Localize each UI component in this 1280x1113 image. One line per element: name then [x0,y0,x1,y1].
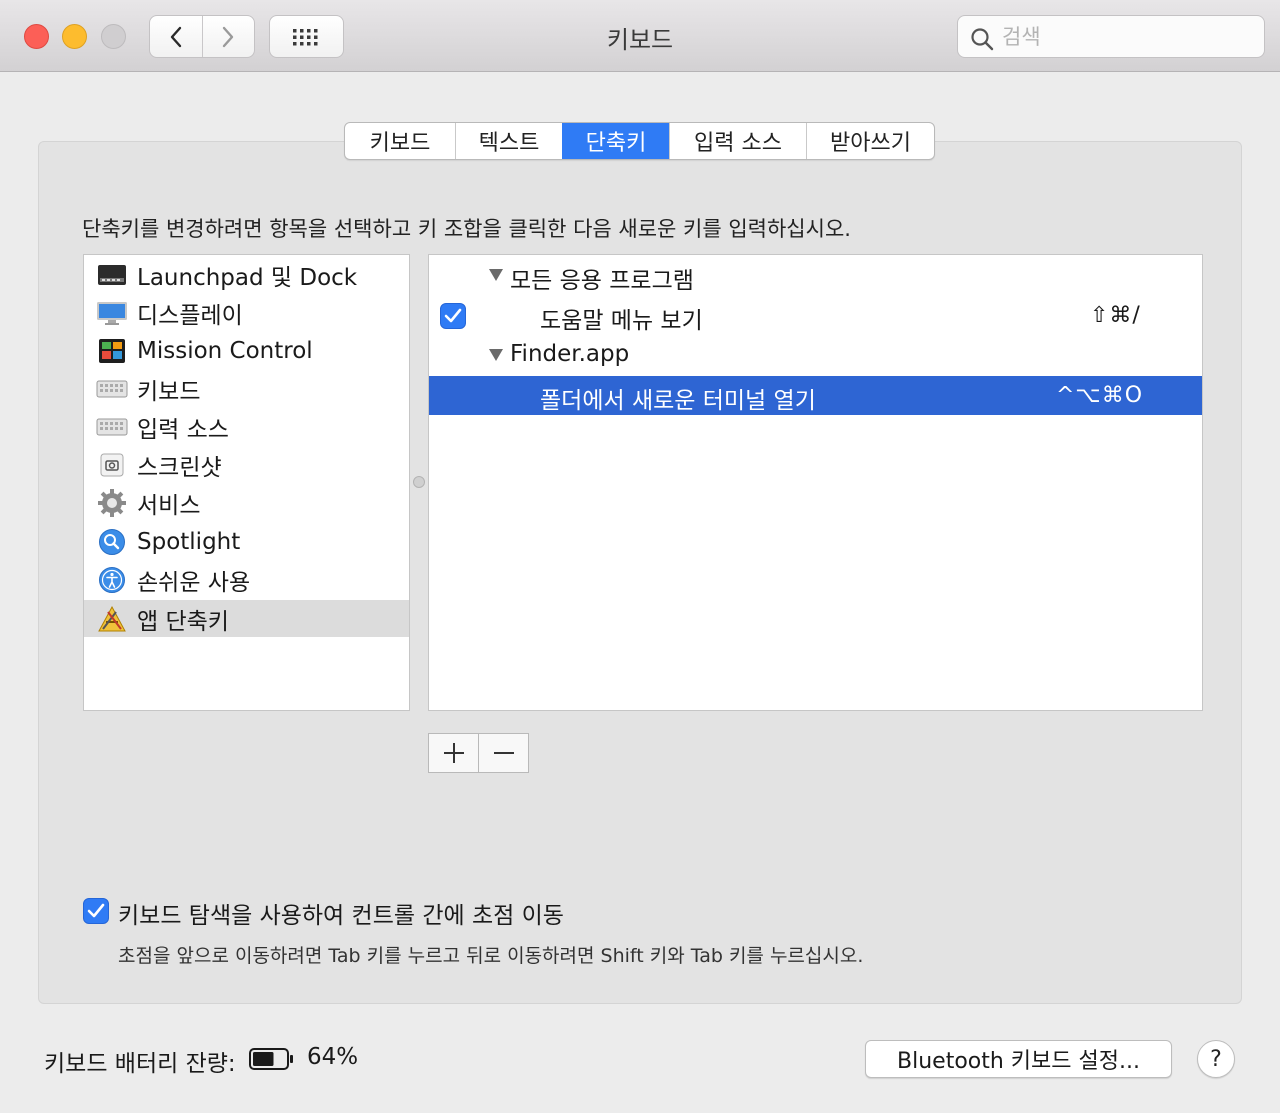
category-item-screenshot[interactable]: 스크린샷 [84,446,409,483]
shortcut-group-finder[interactable]: Finder.app [429,336,1202,375]
category-item-mission-control[interactable]: Mission Control [84,332,409,369]
spotlight-icon [96,526,128,558]
back-button[interactable] [150,16,202,57]
category-label: 스크린샷 [137,454,222,481]
category-label: Spotlight [137,528,241,555]
shortcut-keys[interactable]: ^⌥⌘O [1056,383,1143,408]
tab-keyboard[interactable]: 키보드 [345,123,455,159]
checkmark-icon [87,903,105,918]
zoom-button [101,24,126,49]
search-field[interactable] [957,15,1265,58]
shortcut-group-label: 모든 응용 프로그램 [510,268,694,294]
category-item-accessibility[interactable]: 손쉬운 사용 [84,561,409,598]
launchpad-dock-icon [96,259,128,291]
disclosure-triangle-icon[interactable] [488,348,504,362]
category-item-launchpad-dock[interactable]: Launchpad 및 Dock [84,256,409,293]
category-item-app-shortcuts[interactable]: 앱 단축키 [84,600,409,637]
search-input[interactable] [1002,22,1252,52]
shortcut-row-help-menu[interactable]: 도움말 메뉴 보기 ⇧⌘/ [429,296,1202,335]
category-label: 입력 소스 [137,416,229,443]
mission-control-icon [96,335,128,367]
keyboard-icon [96,373,128,405]
title-bar: 키보드 [0,0,1280,72]
category-label: 디스플레이 [137,302,243,329]
shortcut-group-all-apps[interactable]: 모든 응용 프로그램 [429,256,1202,295]
close-button[interactable] [24,24,49,49]
category-item-spotlight[interactable]: Spotlight [84,523,409,560]
remove-button[interactable] [478,734,528,772]
chevron-left-icon [170,26,181,47]
category-label: 앱 단축키 [137,608,229,635]
shortcut-label: 폴더에서 새로운 터미널 열기 [540,388,816,414]
shortcut-list[interactable]: 모든 응용 프로그램 도움말 메뉴 보기 ⇧⌘/ Finder.app 폴더에서… [428,254,1203,711]
category-label: Mission Control [137,337,313,364]
back-forward-group [149,15,255,58]
window-title: 키보드 [606,26,674,54]
category-item-display[interactable]: 디스플레이 [84,294,409,331]
tab-input-sources[interactable]: 입력 소스 [669,123,806,159]
plus-icon [443,743,464,763]
category-item-keyboard[interactable]: 키보드 [84,370,409,407]
battery-label: 키보드 배터리 잔량: [44,1051,236,1077]
shortcut-label: 도움말 메뉴 보기 [540,308,703,334]
keyboard-navigation-label[interactable]: 키보드 탐색을 사용하여 컨트롤 간에 초점 이동 [118,896,564,930]
services-gear-icon [96,487,128,519]
show-all-button[interactable] [269,15,344,58]
category-item-input-sources[interactable]: 입력 소스 [84,408,409,445]
category-label: 서비스 [137,492,201,519]
shortcut-row-new-terminal[interactable]: 폴더에서 새로운 터미널 열기 ^⌥⌘O [429,376,1202,415]
tab-dictation[interactable]: 받아쓰기 [806,123,934,159]
accessibility-icon [96,564,128,596]
bluetooth-keyboard-setup-button[interactable]: Bluetooth 키보드 설정... [865,1040,1172,1078]
shortcut-keys[interactable]: ⇧⌘/ [1090,303,1141,328]
app-shortcuts-icon [96,603,128,635]
tab-shortcuts[interactable]: 단축키 [562,123,669,159]
grid-icon [292,28,317,45]
category-label: Launchpad 및 Dock [137,264,358,291]
display-icon [96,297,128,329]
checkmark-icon [444,308,462,323]
battery-percent: 64% [307,1044,359,1070]
input-source-icon [96,411,128,443]
shortcut-group-label: Finder.app [510,341,630,367]
split-view-handle[interactable] [413,476,425,488]
chevron-right-icon [223,26,234,47]
tab-text[interactable]: 텍스트 [455,123,562,159]
instruction-text: 단축키를 변경하려면 항목을 선택하고 키 조합을 클릭한 다음 새로운 키를 … [82,217,851,241]
help-button[interactable]: ? [1197,1040,1235,1078]
keyboard-navigation-checkbox[interactable] [83,898,109,924]
shortcut-enabled-checkbox[interactable] [440,303,466,329]
disclosure-triangle-icon[interactable] [488,268,504,282]
screenshot-icon [96,449,128,481]
add-button[interactable] [429,734,478,772]
keyboard-navigation-hint: 초점을 앞으로 이동하려면 Tab 키를 누르고 뒤로 이동하려면 Shift … [118,945,864,967]
add-remove-control [428,733,529,773]
minimize-button[interactable] [62,24,87,49]
search-icon [971,28,994,51]
battery-icon [249,1048,293,1070]
forward-button[interactable] [201,16,255,57]
minus-icon [493,752,514,754]
category-label: 키보드 [137,378,201,405]
category-item-services[interactable]: 서비스 [84,484,409,521]
category-label: 손쉬운 사용 [137,569,251,596]
tab-bar: 키보드 텍스트 단축키 입력 소스 받아쓰기 [344,122,935,160]
category-list[interactable]: Launchpad 및 Dock 디스플레이 Mission Control 키… [83,254,410,711]
